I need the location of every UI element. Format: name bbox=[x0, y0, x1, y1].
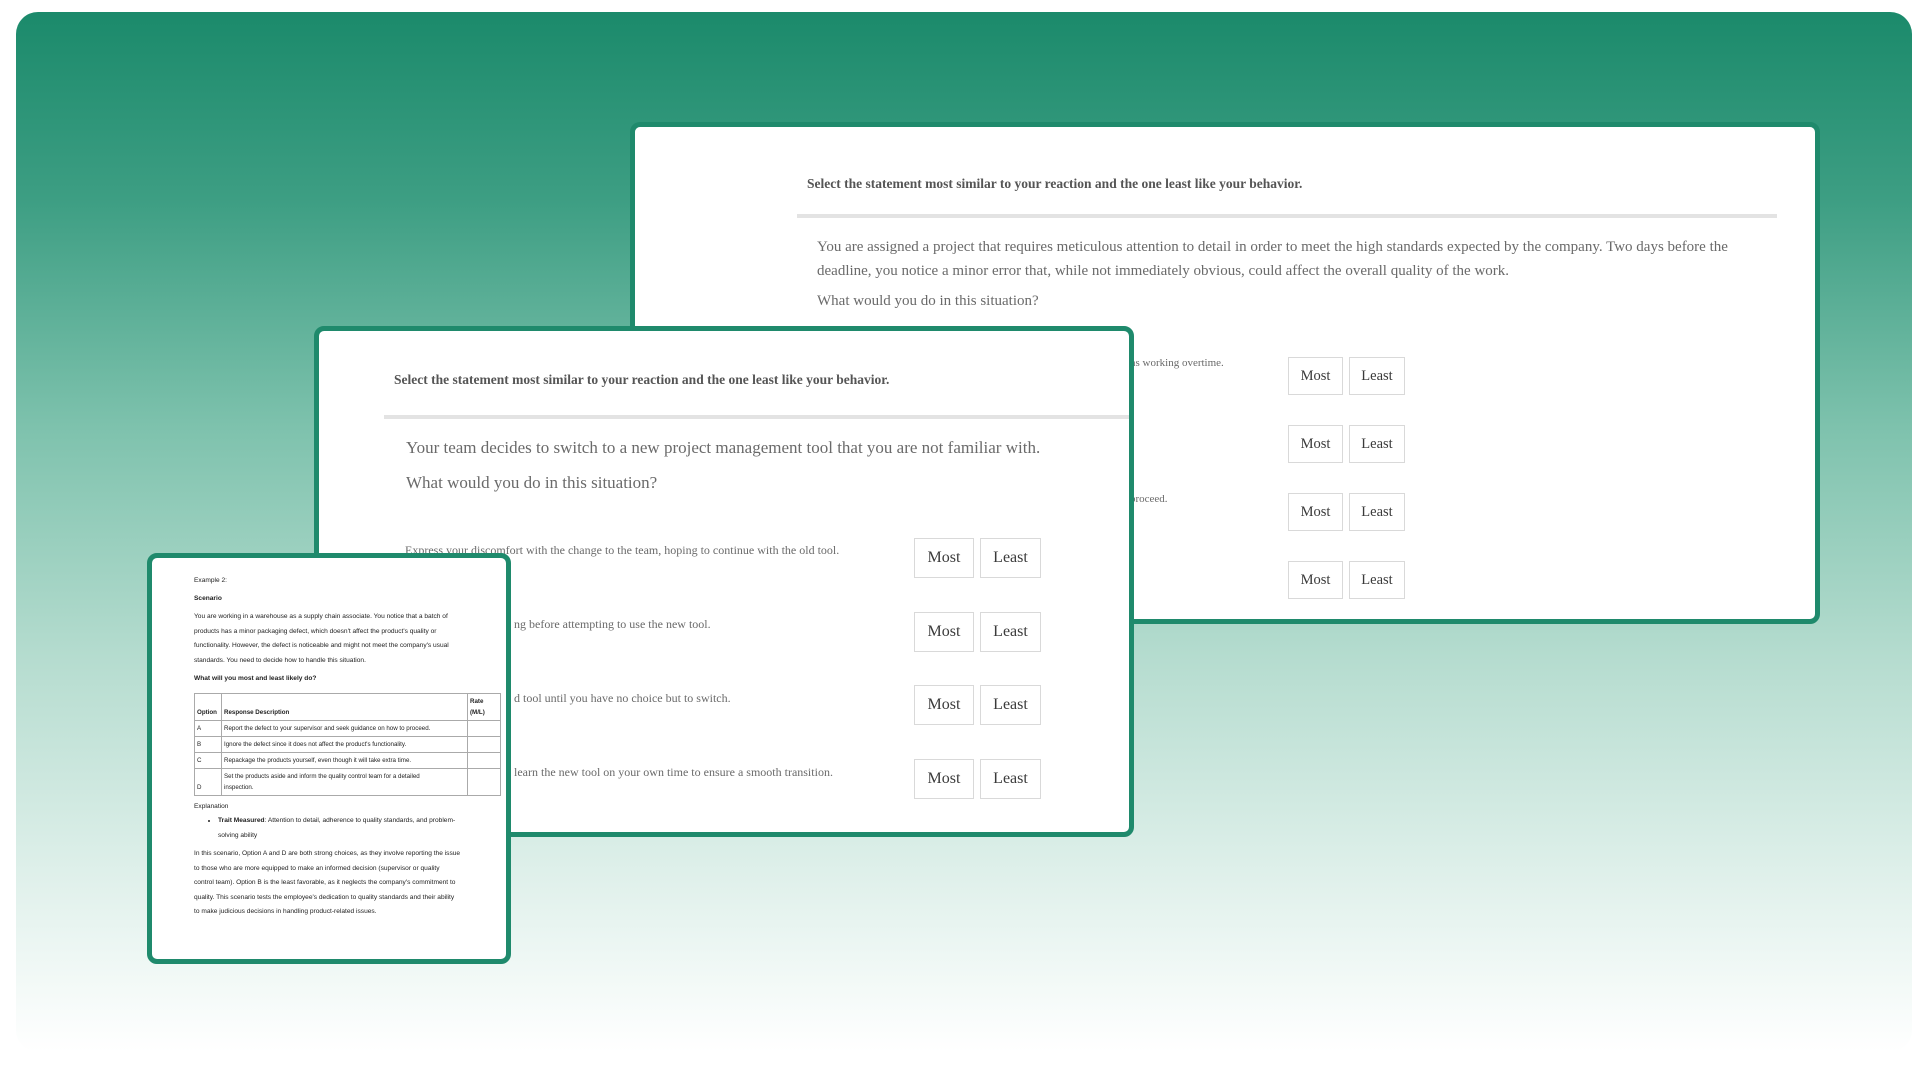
doc-scenario-line: products has a minor packaging defect, w… bbox=[194, 627, 437, 635]
doc-explanation-paragraph: In this scenario, Option A and D are bot… bbox=[194, 847, 494, 920]
table-header-rate: Rate (M/L) bbox=[467, 692, 501, 721]
front-option-1-choices: Most Least bbox=[914, 538, 1041, 578]
front-option-4-choices: Most Least bbox=[914, 759, 1041, 799]
table-cell-desc: Repackage the products yourself, even th… bbox=[221, 751, 468, 769]
doc-response-table: Option Response Description Rate (M/L) A … bbox=[194, 692, 501, 796]
back-option-2-most-button[interactable]: Most bbox=[1288, 425, 1343, 463]
doc-explanation-heading: Explanation bbox=[194, 802, 229, 810]
doc-explanation-line: to make judicious decisions in handling … bbox=[194, 908, 377, 915]
rate-label: Rate bbox=[470, 697, 484, 705]
table-cell-option: D bbox=[194, 767, 222, 796]
front-question: What would you do in this situation? bbox=[406, 473, 658, 492]
front-option-2-choices: Most Least bbox=[914, 612, 1041, 652]
back-option-2-least-button[interactable]: Least bbox=[1349, 425, 1405, 463]
table-cell-option: B bbox=[194, 735, 222, 753]
table-row: D Set the products aside and inform the … bbox=[194, 767, 501, 796]
front-option-1-least-button[interactable]: Least bbox=[980, 538, 1041, 578]
back-option-1-text: ns working overtime. bbox=[1130, 357, 1224, 369]
table-cell-rate bbox=[467, 767, 501, 796]
table-cell-rate bbox=[467, 719, 501, 737]
table-cell-rate bbox=[467, 751, 501, 769]
front-option-1-most-button[interactable]: Most bbox=[914, 538, 974, 578]
table-cell-option: C bbox=[194, 751, 222, 769]
table-cell-desc: Ignore the defect since it does not affe… bbox=[221, 735, 468, 753]
back-option-4-most-button[interactable]: Most bbox=[1288, 561, 1343, 599]
doc-question: What will you most and least likely do? bbox=[194, 675, 317, 682]
back-option-3-most-button[interactable]: Most bbox=[1288, 493, 1343, 531]
back-option-3-choices: Most Least bbox=[1288, 493, 1405, 531]
back-option-1-most-button[interactable]: Most bbox=[1288, 357, 1343, 395]
example-document-card: Example 2: Scenario You are working in a… bbox=[147, 553, 511, 964]
desc-line: inspection. bbox=[224, 783, 254, 791]
back-option-3-least-button[interactable]: Least bbox=[1349, 493, 1405, 531]
front-option-3-least-button[interactable]: Least bbox=[980, 685, 1041, 725]
doc-trait-item: Trait Measured: Attention to detail, adh… bbox=[218, 814, 494, 843]
front-option-2-least-button[interactable]: Least bbox=[980, 612, 1041, 652]
doc-scenario-heading: Scenario bbox=[194, 594, 222, 602]
back-divider bbox=[797, 214, 1777, 218]
back-option-3-text: proceed. bbox=[1130, 493, 1168, 505]
table-cell-desc: Set the products aside and inform the qu… bbox=[221, 767, 468, 796]
trait-text: solving ability bbox=[218, 831, 258, 839]
doc-scenario-line: You are working in a warehouse as a supp… bbox=[194, 613, 448, 620]
front-option-2-text: ng before attempting to use the new tool… bbox=[514, 617, 711, 631]
doc-explanation-line: to those who are more equipped to make a… bbox=[194, 864, 440, 872]
table-cell-option: A bbox=[194, 719, 222, 737]
front-option-4-least-button[interactable]: Least bbox=[980, 759, 1041, 799]
back-question: What would you do in this situation? bbox=[817, 293, 1039, 309]
table-row: C Repackage the products yourself, even … bbox=[194, 751, 501, 769]
front-option-3-most-button[interactable]: Most bbox=[914, 685, 974, 725]
trait-text: : Attention to detail, adherence to qual… bbox=[264, 817, 456, 824]
back-scenario-text: You are assigned a project that requires… bbox=[817, 239, 1728, 279]
doc-explanation-line: quality. This scenario tests the employe… bbox=[194, 893, 455, 901]
back-instruction: Select the statement most similar to you… bbox=[807, 176, 1303, 191]
front-scenario-text: Your team decides to switch to a new pro… bbox=[406, 438, 1041, 457]
front-option-3-text: d tool until you have no choice but to s… bbox=[514, 691, 731, 705]
front-divider bbox=[384, 415, 1129, 419]
front-option-3-choices: Most Least bbox=[914, 685, 1041, 725]
table-cell-desc: Report the defect to your supervisor and… bbox=[221, 719, 468, 737]
back-option-2-choices: Most Least bbox=[1288, 425, 1405, 463]
back-option-1-choices: Most Least bbox=[1288, 357, 1405, 395]
table-header-response: Response Description bbox=[221, 692, 468, 721]
table-row: A Report the defect to your supervisor a… bbox=[194, 719, 501, 737]
example-document: Example 2: Scenario You are working in a… bbox=[194, 574, 501, 920]
front-instruction: Select the statement most similar to you… bbox=[394, 372, 890, 387]
table-header-row: Option Response Description Rate (M/L) bbox=[194, 692, 501, 721]
back-option-4-least-button[interactable]: Least bbox=[1349, 561, 1405, 599]
front-option-4-most-button[interactable]: Most bbox=[914, 759, 974, 799]
doc-scenario-line: standards. You need to decide how to han… bbox=[194, 656, 366, 664]
table-cell-rate bbox=[467, 735, 501, 753]
desc-line: Set the products aside and inform the qu… bbox=[224, 772, 420, 780]
front-option-4-text: learn the new tool on your own time to e… bbox=[514, 765, 833, 779]
rate-unit-label: (M/L) bbox=[470, 708, 485, 716]
table-header-option: Option bbox=[194, 692, 222, 721]
doc-explanation-line: In this scenario, Option A and D are bot… bbox=[194, 850, 461, 857]
doc-explanation-line: control team). Option B is the least fav… bbox=[194, 879, 456, 886]
front-option-2-most-button[interactable]: Most bbox=[914, 612, 974, 652]
doc-scenario-line: functionality. However, the defect is no… bbox=[194, 642, 449, 649]
doc-example-label: Example 2: bbox=[194, 577, 227, 584]
back-option-1-least-button[interactable]: Least bbox=[1349, 357, 1405, 395]
doc-scenario-paragraph: You are working in a warehouse as a supp… bbox=[194, 610, 494, 668]
doc-trait-list: Trait Measured: Attention to detail, adh… bbox=[194, 814, 494, 843]
table-row: B Ignore the defect since it does not af… bbox=[194, 735, 501, 753]
back-option-4-choices: Most Least bbox=[1288, 561, 1405, 599]
trait-label: Trait Measured bbox=[218, 817, 265, 824]
